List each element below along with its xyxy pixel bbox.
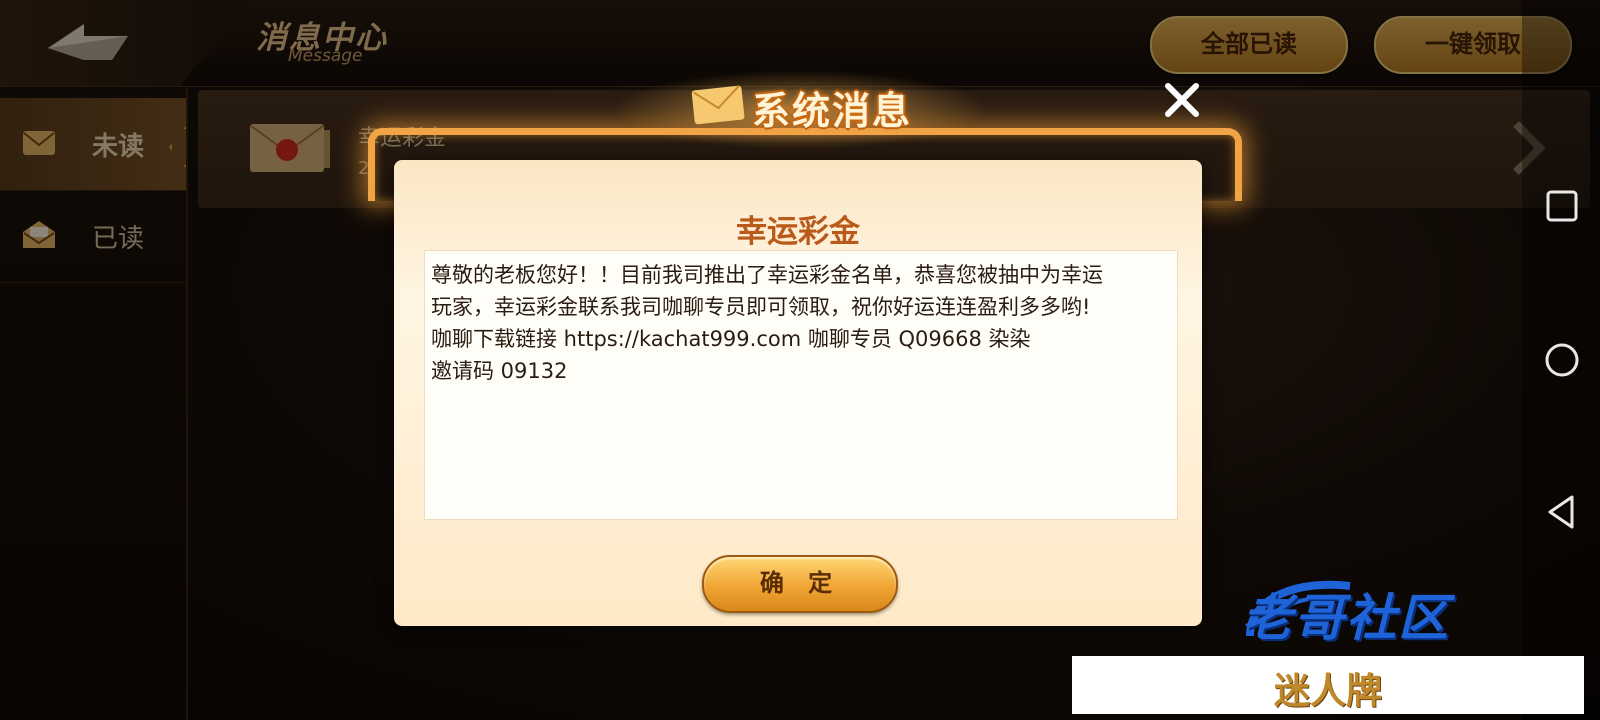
message-line: 邀请码 09132: [431, 359, 568, 383]
watermark-stamp: 迷人牌: [1072, 656, 1584, 714]
close-icon[interactable]: [1162, 80, 1202, 120]
stamp-text: 迷人牌: [1273, 671, 1382, 712]
dialog-title: 系统消息: [752, 89, 913, 133]
message-body: 尊敬的老板您好！！目前我司推出了幸运彩金名单，恭喜您被抽中为幸运 玩家，幸运彩金…: [424, 250, 1178, 520]
watermark-text: 老哥社区: [1242, 589, 1450, 647]
back-icon[interactable]: [1542, 492, 1582, 532]
recent-apps-icon[interactable]: [1542, 186, 1582, 226]
message-title: 幸运彩金: [736, 214, 860, 250]
message-line: 尊敬的老板您好！！目前我司推出了幸运彩金名单，恭喜您被抽中为幸运: [431, 263, 1103, 287]
home-icon[interactable]: [1542, 340, 1582, 380]
system-message-dialog: 幸运彩金 尊敬的老板您好！！目前我司推出了幸运彩金名单，恭喜您被抽中为幸运 玩家…: [394, 160, 1202, 626]
system-nav-bar: [1522, 0, 1600, 720]
message-line: 玩家，幸运彩金联系我司咖聊专员即可领取，祝你好运连连盈利多多哟!: [431, 295, 1091, 319]
envelope-icon: [691, 85, 745, 125]
message-line: 咖聊下载链接 https://kachat999.com 咖聊专员 Q09668…: [431, 327, 1031, 351]
confirm-button[interactable]: 确 定: [702, 555, 898, 613]
